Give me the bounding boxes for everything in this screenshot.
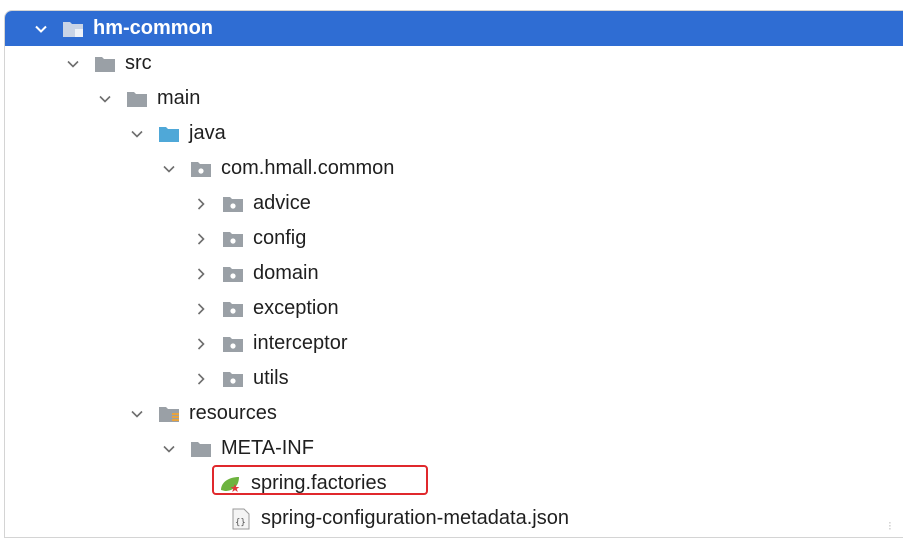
chevron-right-icon[interactable] — [191, 299, 211, 319]
tree-node-main[interactable]: main — [5, 81, 903, 116]
tree-node-label: src — [125, 52, 152, 74]
tree-node-label: hm-common — [93, 17, 213, 39]
tree-node-label: com.hmall.common — [221, 157, 395, 179]
highlight-box — [212, 465, 428, 495]
tree-node-com-hmall-common[interactable]: com.hmall.common — [5, 151, 903, 186]
tree-node-spring-configuration-metadata-json[interactable]: {} spring-configuration-metadata.json — [5, 501, 903, 536]
tree-node-label: domain — [253, 262, 319, 284]
package-icon — [221, 264, 245, 284]
chevron-down-icon[interactable] — [127, 124, 147, 144]
tree-node-label: main — [157, 87, 201, 109]
chevron-down-icon[interactable] — [31, 19, 51, 39]
package-icon — [221, 229, 245, 249]
chevron-down-icon[interactable] — [159, 439, 179, 459]
resources-folder-icon — [157, 404, 181, 424]
folder-icon — [93, 54, 117, 74]
tree-node-exception[interactable]: exception — [5, 291, 903, 326]
chevron-down-icon[interactable] — [95, 89, 115, 109]
tree-node-src[interactable]: src — [5, 46, 903, 81]
tree-node-label: exception — [253, 297, 339, 319]
package-icon — [221, 299, 245, 319]
tree-node-label: advice — [253, 192, 311, 214]
folder-icon — [189, 439, 213, 459]
folder-icon — [125, 89, 149, 109]
tree-node-resources[interactable]: resources — [5, 396, 903, 431]
package-icon — [189, 159, 213, 179]
chevron-right-icon[interactable] — [191, 334, 211, 354]
json-file-icon: {} — [229, 508, 253, 529]
tree-node-config[interactable]: config — [5, 221, 903, 256]
tree-node-interceptor[interactable]: interceptor — [5, 326, 903, 361]
source-folder-icon — [157, 124, 181, 144]
tree-node-label: utils — [253, 367, 289, 389]
tree-node-label: META-INF — [221, 437, 314, 459]
package-icon — [221, 369, 245, 389]
package-icon — [221, 334, 245, 354]
chevron-down-icon[interactable] — [63, 54, 83, 74]
tree-node-java[interactable]: java — [5, 116, 903, 151]
svg-text:{}: {} — [235, 518, 246, 528]
tree-node-label: spring-configuration-metadata.json — [261, 507, 569, 529]
chevron-right-icon[interactable] — [191, 229, 211, 249]
chevron-right-icon[interactable] — [191, 369, 211, 389]
tree-node-utils[interactable]: utils — [5, 361, 903, 396]
package-icon — [221, 194, 245, 214]
module-folder-icon — [61, 19, 85, 39]
tree-node-label: java — [189, 122, 226, 144]
tree-node-label: config — [253, 227, 307, 249]
project-tree-panel: hm-common src main java com.hmall.common… — [4, 10, 903, 538]
tree-node-advice[interactable]: advice — [5, 186, 903, 221]
chevron-right-icon[interactable] — [191, 264, 211, 284]
tree-node-meta-inf[interactable]: META-INF — [5, 431, 903, 466]
resize-grip-icon[interactable]: ⁝ — [888, 519, 900, 533]
tree-node-label: resources — [189, 402, 277, 424]
chevron-right-icon[interactable] — [191, 194, 211, 214]
tree-node-domain[interactable]: domain — [5, 256, 903, 291]
tree-node-spring-factories[interactable]: spring.factories — [5, 466, 903, 501]
chevron-down-icon[interactable] — [127, 404, 147, 424]
tree-node-hm-common[interactable]: hm-common — [5, 11, 903, 46]
tree-node-label: interceptor — [253, 332, 348, 354]
chevron-down-icon[interactable] — [159, 159, 179, 179]
